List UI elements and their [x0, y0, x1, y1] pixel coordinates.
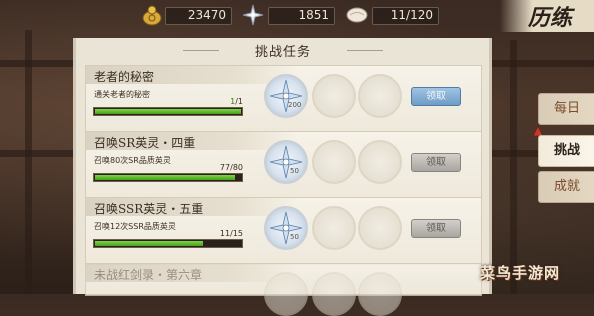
currency-bar: 23470 1851 11/120: [140, 3, 460, 29]
progress-bar: [93, 107, 243, 116]
reward-medal[interactable]: [264, 140, 308, 184]
title-ornament: [183, 50, 219, 51]
reward-slot-empty: [358, 74, 402, 118]
panel-header: 挑战任务: [73, 40, 492, 60]
reward-count: 50: [290, 233, 299, 241]
reward-slot-empty: [312, 272, 356, 316]
task-name: 老者的秘密: [94, 70, 155, 84]
tab-challenge[interactable]: 挑战: [538, 135, 594, 167]
reward-medal[interactable]: [264, 206, 308, 250]
background-post: [510, 40, 517, 294]
title-ornament: [347, 50, 383, 51]
task-row: 老者的秘密 通关老者的秘密 1/1 200 领取: [85, 65, 482, 132]
reward-slot-empty: [312, 140, 356, 184]
reward-medal[interactable]: [264, 74, 308, 118]
crystal-flower-icon: [269, 211, 303, 245]
tab-daily[interactable]: 每日: [538, 93, 594, 125]
task-progress-count: 77/80: [219, 163, 243, 172]
task-progress-count: 11/15: [219, 229, 243, 238]
paper-scroll-icon: [346, 7, 368, 23]
reward-count: 50: [290, 167, 299, 175]
task-description: 召唤12次SSR品质英灵: [94, 222, 176, 231]
progress-current: 1: [230, 97, 236, 106]
task-description: 召唤80次SR品质英灵: [94, 156, 171, 165]
task-row: 召唤SR英灵・四重 召唤80次SR品质英灵 77/80 50 领取: [85, 131, 482, 198]
shard-value: 1851: [298, 8, 329, 22]
progress-fill: [95, 241, 203, 246]
progress-current: 77: [219, 163, 231, 172]
reward-slot-empty: [358, 206, 402, 250]
claim-button[interactable]: 领取: [411, 153, 461, 172]
claim-button[interactable]: 领取: [411, 219, 461, 238]
task-description: 通关老者的秘密: [94, 90, 150, 99]
site-watermark: 菜鸟手游网: [480, 264, 561, 282]
claim-button[interactable]: 领取: [411, 87, 461, 106]
progress-target: 80: [232, 163, 243, 172]
task-name: 召唤SR英灵・四重: [94, 136, 196, 150]
coin-value: 23470: [187, 8, 226, 22]
reward-count: 200: [288, 101, 302, 109]
crystal-flower-icon: [269, 79, 303, 113]
coin-bag-icon: [142, 5, 162, 26]
progress-bar: [93, 239, 243, 248]
task-progress-count: 1/1: [230, 97, 243, 106]
task-row: 未战红剑录・第六章: [85, 263, 482, 316]
progress-fill: [95, 175, 235, 180]
progress-bar: [93, 173, 243, 182]
reward-slot-empty: [358, 140, 402, 184]
reward-slot-empty: [312, 206, 356, 250]
progress-fill: [95, 109, 241, 114]
star-shard-icon: [242, 4, 264, 26]
task-row: 召唤SSR英灵・五重 召唤12次SSR品质英灵 11/15 50 领取: [85, 197, 482, 264]
task-name: 未战红剑录・第六章: [94, 268, 203, 282]
progress-target: 1: [237, 97, 243, 106]
reward-slot-empty: [358, 272, 402, 316]
crystal-flower-icon: [269, 145, 303, 179]
screen-title: 历练: [528, 5, 573, 31]
task-name: 召唤SSR英灵・五重: [94, 202, 204, 216]
reward-slot-empty: [264, 272, 308, 316]
background-post: [25, 30, 32, 294]
progress-target: 15: [232, 229, 243, 238]
reward-slot-empty: [312, 74, 356, 118]
tab-achievement[interactable]: 成就: [538, 171, 594, 203]
ticket-value: 11/120: [390, 8, 433, 22]
progress-current: 11: [219, 229, 231, 238]
panel-title: 挑战任务: [254, 45, 311, 60]
